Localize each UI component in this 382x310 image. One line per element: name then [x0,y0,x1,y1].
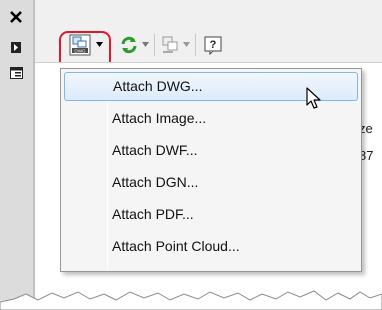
toolbar: DWG ? [35,18,382,72]
menu-item-attach-dgn[interactable]: Attach DGN... [64,168,358,197]
attach-icon[interactable]: DWG [68,32,92,58]
menu-item-attach-dwf[interactable]: Attach DWF... [64,136,358,165]
toolbar-separator [195,34,196,56]
menu-item-attach-pdf[interactable]: Attach PDF... [64,200,358,229]
svg-text:DWG: DWG [74,48,86,53]
svg-text:?: ? [210,39,217,51]
attach-dropdown-arrow-icon[interactable] [96,42,103,48]
help-icon[interactable]: ? [201,32,225,58]
properties-icon[interactable] [9,66,23,80]
change-path-icon[interactable] [158,32,182,58]
toolbar-separator [154,34,155,56]
menu-item-attach-point-cloud[interactable]: Attach Point Cloud... [64,232,358,261]
side-strip [0,0,34,310]
refresh-icon[interactable] [117,32,141,58]
refresh-dropdown-arrow-icon[interactable] [142,42,149,48]
close-icon[interactable] [9,10,23,24]
collapse-icon[interactable] [9,40,23,54]
torn-edge-decoration [0,290,382,310]
mouse-cursor-icon [306,87,321,109]
change-path-dropdown-arrow-icon[interactable] [183,42,190,48]
side-panel [0,0,34,300]
